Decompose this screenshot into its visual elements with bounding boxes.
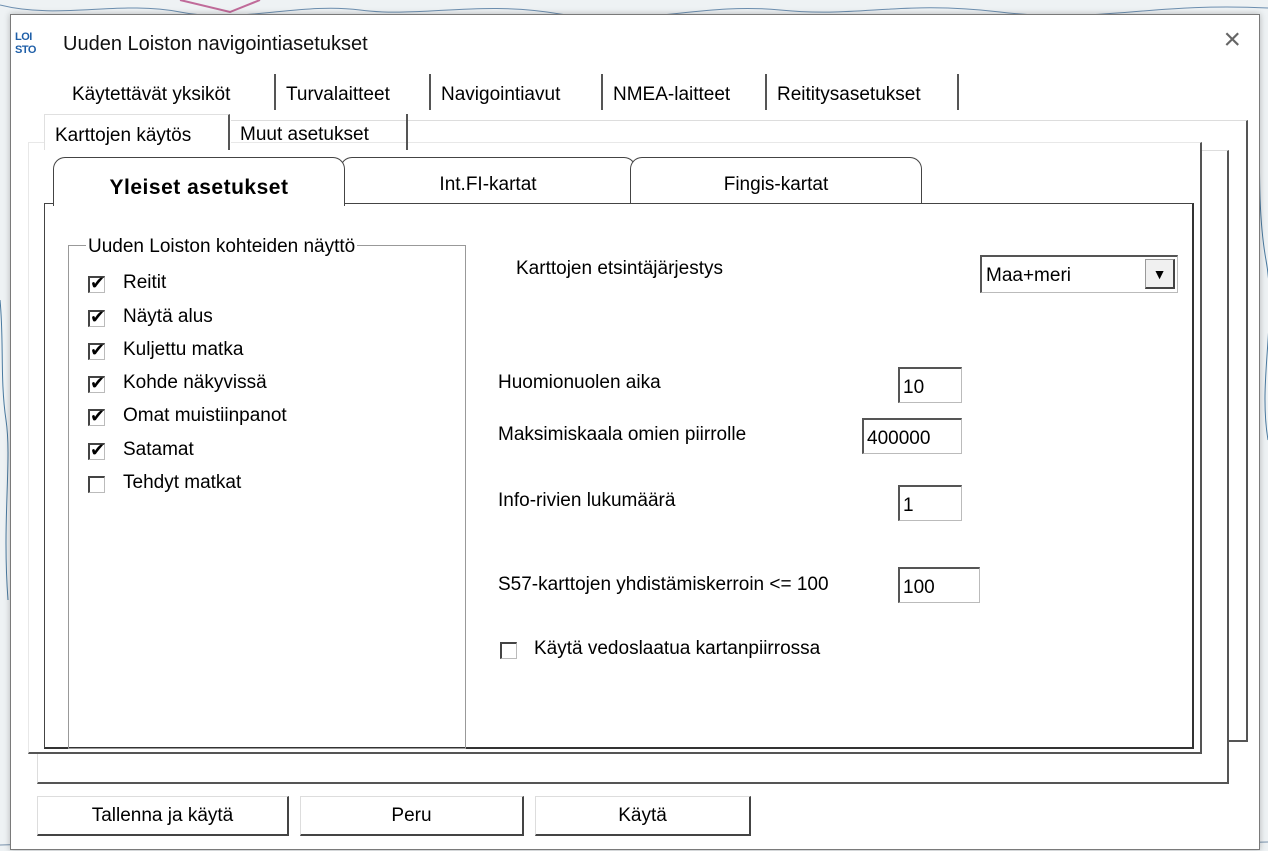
tab-fingis-charts[interactable]: Fingis-kartat: [630, 157, 922, 203]
chevron-down-icon[interactable]: ▼: [1145, 259, 1175, 289]
checkbox-box[interactable]: [500, 642, 517, 659]
checkbox-label: Satamat: [123, 439, 194, 460]
max-scale-label: Maksimiskaala omien piirrolle: [498, 424, 747, 445]
checkbox-box[interactable]: [88, 476, 105, 493]
check-icon: ✔: [90, 373, 106, 393]
check-icon: ✔: [90, 307, 106, 327]
checkbox-label: Käytä vedoslaatua kartanpiirrossa: [534, 638, 821, 659]
title-bar: LOI STO Uuden Loiston navigointiasetukse…: [11, 15, 1259, 73]
check-icon: ✔: [90, 273, 106, 293]
check-icon: ✔: [90, 340, 106, 360]
checkbox-label: Näytä alus: [123, 306, 213, 327]
checkbox-label: Omat muistiinpanot: [123, 405, 287, 426]
checkbox-label: Reitit: [123, 272, 167, 293]
max-scale-input[interactable]: 400000: [862, 418, 962, 454]
tab-safety-devices[interactable]: Turvalaitteet: [276, 74, 431, 110]
cancel-button[interactable]: Peru: [300, 796, 524, 836]
apply-button[interactable]: Käytä: [535, 796, 751, 836]
svg-text:STO: STO: [15, 44, 37, 56]
tab-units[interactable]: Käytettävät yksiköt: [62, 74, 276, 110]
attention-time-label: Huomionuolen aika: [498, 372, 661, 393]
tab-nmea-devices[interactable]: NMEA-laitteet: [603, 74, 767, 110]
checkbox-label: Tehdyt matkat: [123, 472, 242, 493]
save-and-apply-button[interactable]: Tallenna ja käytä: [37, 796, 289, 836]
check-icon: ✔: [90, 440, 106, 460]
checkbox-box[interactable]: ✔: [88, 273, 106, 293]
loisto-logo-icon: LOI STO: [15, 29, 41, 59]
tab-other-settings[interactable]: Muut asetukset: [230, 114, 408, 150]
tab-general-settings[interactable]: Yleiset asetukset: [53, 157, 345, 206]
tab-routing-settings[interactable]: Reititysasetukset: [767, 74, 959, 110]
checkbox-box[interactable]: ✔: [88, 406, 106, 426]
checkbox-box[interactable]: ✔: [88, 340, 106, 360]
close-icon[interactable]: ×: [1223, 25, 1241, 55]
checkbox-box[interactable]: ✔: [88, 440, 106, 460]
checkbox-box[interactable]: ✔: [88, 307, 106, 327]
info-rows-input[interactable]: 1: [898, 485, 962, 521]
search-order-select[interactable]: Maa+meri ▼: [980, 255, 1178, 293]
search-order-value: Maa+meri: [986, 265, 1071, 286]
info-rows-label: Info-rivien lukumäärä: [498, 490, 676, 511]
svg-text:LOI: LOI: [15, 31, 32, 43]
tab-navigation-aids[interactable]: Navigointiavut: [431, 74, 603, 110]
window-title: Uuden Loiston navigointiasetukset: [63, 33, 368, 55]
outer-tab-row-2: Karttojen käytös Muut asetukset: [44, 114, 424, 152]
tab-int-fi-charts[interactable]: Int.FI-kartat: [340, 157, 636, 203]
checkbox-box[interactable]: ✔: [88, 373, 106, 393]
attention-time-input[interactable]: 10: [898, 367, 962, 403]
search-order-label: Karttojen etsintäjärjestys: [516, 258, 723, 279]
groupbox-label: Uuden Loiston kohteiden näyttö: [86, 236, 358, 258]
tab-chart-usage[interactable]: Karttojen käytös: [44, 114, 230, 150]
s57-factor-label: S57-karttojen yhdistämiskerroin <= 100: [498, 574, 829, 595]
s57-factor-input[interactable]: 100: [898, 567, 980, 603]
check-icon: ✔: [90, 406, 106, 426]
checkbox-label: Kuljettu matka: [123, 339, 244, 360]
outer-tab-row-1: Käytettävät yksiköt Turvalaitteet Navigo…: [62, 74, 962, 112]
checkbox-label: Kohde näkyvissä: [123, 372, 267, 393]
